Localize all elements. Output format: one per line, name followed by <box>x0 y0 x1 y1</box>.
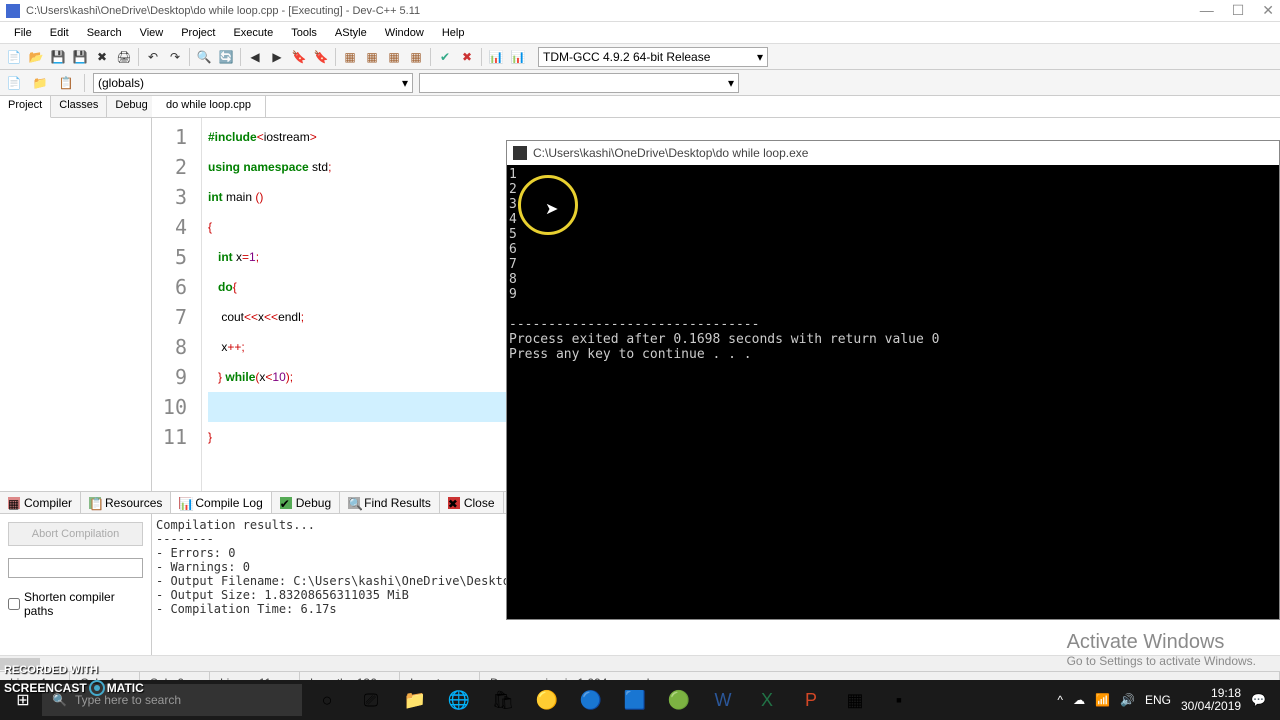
compilerun-icon[interactable]: ▦ <box>384 47 404 67</box>
goto-icon[interactable]: 🔖 <box>311 47 331 67</box>
menu-file[interactable]: File <box>6 25 40 41</box>
maximize-button[interactable]: ☐ <box>1232 2 1245 19</box>
main-toolbar: 📄 📂 💾 💾 ✖ 🖨 ↶ ↷ 🔍 🔄 ◀ ▶ 🔖 🔖 ▦ ▦ ▦ ▦ ✔ ✖ … <box>0 44 1280 70</box>
menubar: File Edit Search View Project Execute To… <box>0 22 1280 44</box>
undo-icon[interactable]: ↶ <box>143 47 163 67</box>
print-icon[interactable]: 🖨 <box>114 47 134 67</box>
chevron-down-icon: ▾ <box>728 76 734 90</box>
insertfile-icon[interactable]: 📋 <box>56 73 76 93</box>
menu-view[interactable]: View <box>132 25 172 41</box>
tray-up-icon[interactable]: ^ <box>1057 693 1063 707</box>
devcpp-icon[interactable]: ▦ <box>836 681 874 719</box>
minimize-button[interactable]: — <box>1200 2 1214 19</box>
back-icon[interactable]: ◀ <box>245 47 265 67</box>
chrome-icon[interactable]: 🟡 <box>528 681 566 719</box>
rebuild-icon[interactable]: ▦ <box>406 47 426 67</box>
menu-execute[interactable]: Execute <box>225 25 281 41</box>
recorded-with-label: RECORDED WITH <box>4 664 98 676</box>
notifications-icon[interactable]: 💬 <box>1251 693 1266 707</box>
chevron-down-icon: ▾ <box>402 76 408 90</box>
cortana-icon[interactable]: ○ <box>308 681 346 719</box>
app2-icon[interactable]: 🟦 <box>616 681 654 719</box>
wifi-icon[interactable]: 📶 <box>1095 693 1110 707</box>
redo-icon[interactable]: ↷ <box>165 47 185 67</box>
menu-search[interactable]: Search <box>79 25 130 41</box>
console-window[interactable]: C:\Users\kashi\OneDrive\Desktop\do while… <box>506 140 1280 620</box>
profile2-icon[interactable]: 📊 <box>508 47 528 67</box>
btab-find[interactable]: 🔍Find Results <box>340 492 440 513</box>
newproject-icon[interactable]: 📁 <box>30 73 50 93</box>
bookmark-icon[interactable]: 🔖 <box>289 47 309 67</box>
globals-dropdown[interactable]: (globals) ▾ <box>93 73 413 93</box>
file-tab[interactable]: do while loop.cpp <box>152 96 266 117</box>
tab-debug[interactable]: Debug <box>107 96 156 117</box>
tab-classes[interactable]: Classes <box>51 96 107 117</box>
taskbar[interactable]: ⊞ 🔍 Type here to search ○ ⎚ 📁 🌐 🛍 🟡 🔵 🟦 … <box>0 680 1280 720</box>
compiler-select[interactable]: TDM-GCC 4.9.2 64-bit Release ▾ <box>538 47 768 67</box>
globals-label: (globals) <box>98 76 144 90</box>
run-icon[interactable]: ▦ <box>362 47 382 67</box>
close-icon[interactable]: ✖ <box>92 47 112 67</box>
debug-icon[interactable]: ✔ <box>435 47 455 67</box>
shorten-paths-checkbox[interactable]: Shorten compiler paths <box>8 590 143 618</box>
chevron-down-icon: ▾ <box>757 50 763 64</box>
console-output: 1 2 3 4 5 6 7 8 9 ----------------------… <box>507 165 1279 364</box>
newsource-icon[interactable]: 📄 <box>4 73 24 93</box>
explorer-icon[interactable]: 📁 <box>396 681 434 719</box>
stop-icon[interactable]: ✖ <box>457 47 477 67</box>
new-icon[interactable]: 📄 <box>4 47 24 67</box>
compiler-select-label: TDM-GCC 4.9.2 64-bit Release <box>543 50 710 64</box>
forward-icon[interactable]: ▶ <box>267 47 287 67</box>
app1-icon[interactable]: 🔵 <box>572 681 610 719</box>
console-task-icon[interactable]: ▪ <box>880 681 918 719</box>
utorrent-icon[interactable]: 🟢 <box>660 681 698 719</box>
titlebar: C:\Users\kashi\OneDrive\Desktop\do while… <box>0 0 1280 22</box>
line-gutter: 1 2 3 4 5 6 7 8 9 10 11 <box>152 118 202 491</box>
edge-icon[interactable]: 🌐 <box>440 681 478 719</box>
window-title: C:\Users\kashi\OneDrive\Desktop\do while… <box>26 5 1200 17</box>
language-icon[interactable]: ENG <box>1145 693 1171 707</box>
clock[interactable]: 19:18 30/04/2019 <box>1181 687 1241 713</box>
btab-compiler[interactable]: ▦Compiler <box>0 492 81 513</box>
profile-icon[interactable]: 📊 <box>486 47 506 67</box>
word-icon[interactable]: W <box>704 681 742 719</box>
powerpoint-icon[interactable]: P <box>792 681 830 719</box>
menu-project[interactable]: Project <box>173 25 223 41</box>
save-icon[interactable]: 💾 <box>48 47 68 67</box>
menu-astyle[interactable]: AStyle <box>327 25 375 41</box>
console-icon <box>513 146 527 160</box>
menu-help[interactable]: Help <box>434 25 473 41</box>
secondary-toolbar: 📄 📁 📋 (globals) ▾ ▾ <box>0 70 1280 96</box>
system-tray[interactable]: ^ ☁ 📶 🔊 ENG 19:18 30/04/2019 💬 <box>1057 687 1276 713</box>
screencast-logo: SCREENCASTMATIC <box>4 680 144 696</box>
open-icon[interactable]: 📂 <box>26 47 46 67</box>
abort-compilation-button: Abort Compilation <box>8 522 143 546</box>
console-titlebar[interactable]: C:\Users\kashi\OneDrive\Desktop\do while… <box>507 141 1279 165</box>
compile-icon[interactable]: ▦ <box>340 47 360 67</box>
find-icon[interactable]: 🔍 <box>194 47 214 67</box>
btab-debug[interactable]: ✔Debug <box>272 492 340 513</box>
replace-icon[interactable]: 🔄 <box>216 47 236 67</box>
console-title-text: C:\Users\kashi\OneDrive\Desktop\do while… <box>533 146 808 160</box>
saveall-icon[interactable]: 💾 <box>70 47 90 67</box>
btab-close[interactable]: ✖Close <box>440 492 504 513</box>
path-input[interactable] <box>8 558 143 578</box>
menu-window[interactable]: Window <box>377 25 432 41</box>
onedrive-icon[interactable]: ☁ <box>1073 693 1085 707</box>
excel-icon[interactable]: X <box>748 681 786 719</box>
members-dropdown[interactable]: ▾ <box>419 73 739 93</box>
activate-windows-watermark: Activate Windows Go to Settings to activ… <box>1067 631 1256 668</box>
sidebar: Project Classes Debug <box>0 96 152 491</box>
menu-tools[interactable]: Tools <box>283 25 325 41</box>
btab-compile-log[interactable]: 📊Compile Log <box>171 492 271 513</box>
store-icon[interactable]: 🛍 <box>484 681 522 719</box>
taskview-icon[interactable]: ⎚ <box>352 681 390 719</box>
close-button[interactable]: ✕ <box>1262 2 1274 19</box>
btab-resources[interactable]: 📋Resources <box>81 492 171 513</box>
app-icon <box>6 4 20 18</box>
menu-edit[interactable]: Edit <box>42 25 77 41</box>
tab-project[interactable]: Project <box>0 96 51 118</box>
volume-icon[interactable]: 🔊 <box>1120 693 1135 707</box>
